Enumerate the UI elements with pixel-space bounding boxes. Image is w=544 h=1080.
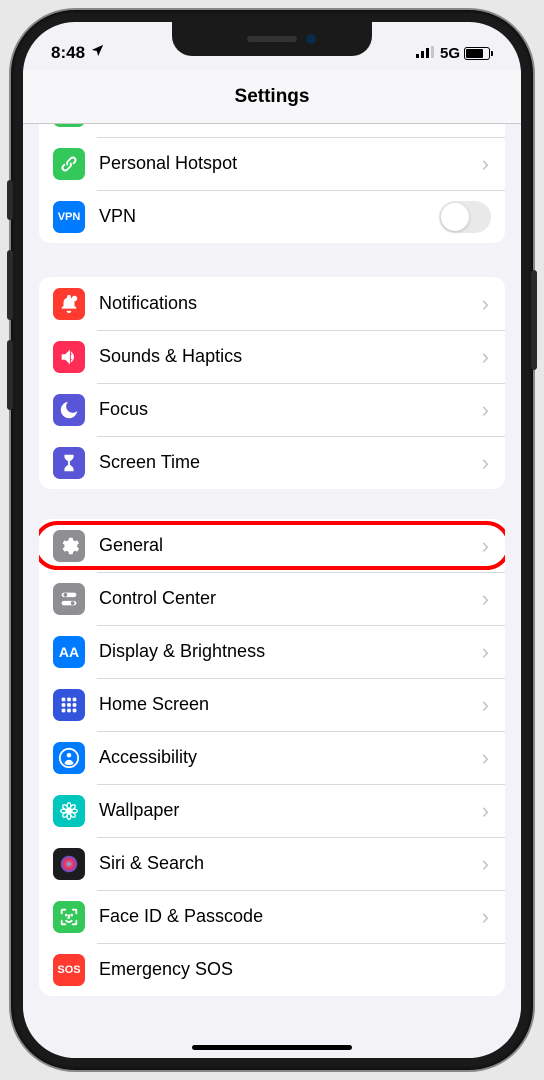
chevron-right-icon: › [482, 639, 491, 665]
earpiece-speaker [247, 36, 297, 42]
row-hotspot[interactable]: Personal Hotspot› [39, 137, 505, 190]
chevron-right-icon: › [482, 586, 491, 612]
switches-icon [53, 583, 85, 615]
row-wallpaper[interactable]: Wallpaper› [39, 784, 505, 837]
row-general[interactable]: General› [39, 519, 505, 572]
row-label: Control Center [99, 588, 482, 609]
sos-icon: SOS [53, 954, 85, 986]
network-label: 5G [440, 45, 460, 62]
row-display[interactable]: AA Display & Brightness› [39, 625, 505, 678]
status-time: 8:48 [51, 43, 85, 63]
vpn-icon: VPN [53, 201, 85, 233]
chevron-right-icon: › [482, 291, 491, 317]
row-label: Home Screen [99, 694, 482, 715]
status-right: 5G [416, 45, 493, 62]
location-icon [90, 43, 105, 63]
gear-icon [53, 530, 85, 562]
settings-group-connectivity: Cellular›Personal Hotspot›VPNVPN [39, 124, 505, 243]
chevron-right-icon: › [482, 904, 491, 930]
row-label: Siri & Search [99, 853, 482, 874]
row-screentime[interactable]: Screen Time› [39, 436, 505, 489]
device-frame: 8:48 5G [11, 10, 533, 1070]
row-cellular[interactable]: Cellular› [39, 124, 505, 137]
settings-list[interactable]: Cellular›Personal Hotspot›VPNVPNNotifica… [23, 124, 521, 1058]
status-left: 8:48 [51, 43, 105, 63]
aa-icon: AA [53, 636, 85, 668]
row-label: Focus [99, 399, 482, 420]
row-sos[interactable]: SOS Emergency SOS [39, 943, 505, 996]
person-icon [53, 742, 85, 774]
power-button[interactable] [531, 270, 537, 370]
chevron-right-icon: › [482, 397, 491, 423]
chevron-right-icon: › [482, 533, 491, 559]
signal-icon [416, 45, 436, 62]
row-label: VPN [99, 206, 439, 227]
moon-icon [53, 394, 85, 426]
flower-icon [53, 795, 85, 827]
chevron-right-icon: › [482, 692, 491, 718]
hourglass-icon [53, 447, 85, 479]
row-label: Screen Time [99, 452, 482, 473]
toggle-vpn[interactable] [439, 201, 491, 233]
grid-icon [53, 689, 85, 721]
row-label: General [99, 535, 482, 556]
nav-header: Settings [23, 70, 521, 124]
chevron-right-icon: › [482, 798, 491, 824]
antenna-icon [53, 124, 85, 127]
speaker-icon [53, 341, 85, 373]
volume-down-button[interactable] [7, 340, 13, 410]
notch [172, 22, 372, 56]
row-label: Face ID & Passcode [99, 906, 482, 927]
chevron-right-icon: › [482, 151, 491, 177]
row-label: Emergency SOS [99, 959, 491, 980]
row-siri[interactable]: Siri & Search› [39, 837, 505, 890]
row-vpn[interactable]: VPN VPN [39, 190, 505, 243]
row-faceid[interactable]: Face ID & Passcode› [39, 890, 505, 943]
row-homescreen[interactable]: Home Screen› [39, 678, 505, 731]
bell-icon [53, 288, 85, 320]
front-camera [306, 34, 316, 44]
settings-group-notifications: Notifications›Sounds & Haptics›Focus›Scr… [39, 277, 505, 489]
chevron-right-icon: › [482, 851, 491, 877]
settings-group-general: General›Control Center›AADisplay & Brigh… [39, 519, 505, 996]
link-icon [53, 148, 85, 180]
page-title: Settings [235, 86, 310, 108]
row-label: Display & Brightness [99, 641, 482, 662]
row-focus[interactable]: Focus› [39, 383, 505, 436]
screen: 8:48 5G [23, 22, 521, 1058]
row-label: Personal Hotspot [99, 153, 482, 174]
volume-up-button[interactable] [7, 250, 13, 320]
row-label: Notifications [99, 293, 482, 314]
row-sounds[interactable]: Sounds & Haptics› [39, 330, 505, 383]
chevron-right-icon: › [482, 745, 491, 771]
row-label: Sounds & Haptics [99, 346, 482, 367]
faceid-icon [53, 901, 85, 933]
mute-switch[interactable] [7, 180, 13, 220]
row-accessibility[interactable]: Accessibility› [39, 731, 505, 784]
row-notifications[interactable]: Notifications› [39, 277, 505, 330]
row-label: Wallpaper [99, 800, 482, 821]
row-label: Accessibility [99, 747, 482, 768]
battery-icon [464, 47, 493, 60]
home-indicator[interactable] [192, 1045, 352, 1050]
chevron-right-icon: › [482, 344, 491, 370]
chevron-right-icon: › [482, 450, 491, 476]
row-controlcenter[interactable]: Control Center› [39, 572, 505, 625]
siri-icon [53, 848, 85, 880]
